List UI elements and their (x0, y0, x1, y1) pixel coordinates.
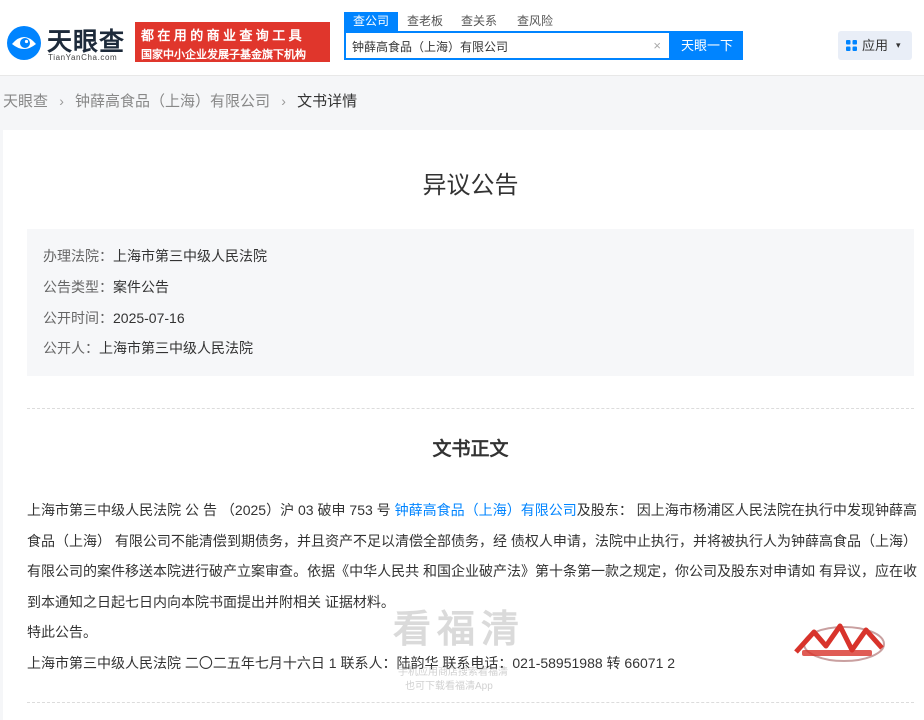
breadcrumb-home[interactable]: 天眼查 (3, 90, 48, 111)
meta-court-label: 办理法院： (43, 248, 113, 264)
breadcrumb-separator-icon: › (59, 92, 64, 109)
breadcrumb-separator-icon: › (281, 92, 286, 109)
tianyancha-logo[interactable]: 天眼查 TianYanCha.com (5, 22, 127, 62)
meta-date-value: 2025-07-16 (113, 310, 185, 326)
search-input[interactable] (352, 37, 642, 55)
slogan-banner: 都在用的商业查询工具 国家中小企业发展子基金旗下机构 (135, 22, 330, 62)
meta-date-label: 公开时间： (43, 310, 113, 326)
logo-domain: TianYanCha.com (48, 53, 118, 62)
top-header: 天眼查 TianYanCha.com 都在用的商业查询工具 国家中小企业发展子基… (0, 0, 924, 76)
search-button[interactable]: 天眼一下 (671, 31, 743, 60)
news-watermark-badge-icon (794, 623, 885, 662)
apps-button[interactable]: 应用 ▾ (838, 31, 912, 60)
apps-label: 应用 (862, 38, 889, 53)
company-link[interactable]: 钟薛高食品（上海）有限公司 (395, 502, 577, 518)
watermark-text: 看福清 (393, 609, 526, 651)
body-text-intro: 上海市第三中级人民法院 公 告 （2025）沪 03 破申 753 号 (27, 502, 395, 518)
breadcrumb-company[interactable]: 钟薛高食品（上海）有限公司 (75, 90, 270, 111)
slogan-line-2: 国家中小企业发展子基金旗下机构 (141, 49, 306, 61)
tab-relation[interactable]: 查关系 (452, 12, 506, 31)
meta-court-value: 上海市第三中级人民法院 (113, 248, 267, 264)
search-box: × (344, 31, 671, 60)
document-meta: 办理法院：上海市第三中级人民法院 公告类型：案件公告 公开时间：2025-07-… (27, 229, 914, 376)
chevron-down-icon: ▾ (896, 40, 901, 50)
apps-grid-icon (846, 40, 857, 51)
meta-date: 公开时间：2025-07-16 (43, 308, 185, 328)
section-title: 文书正文 (432, 439, 509, 460)
slogan-line-1: 都在用的商业查询工具 (141, 28, 306, 43)
tab-boss[interactable]: 查老板 (398, 12, 452, 31)
tab-risk[interactable]: 查风险 (508, 12, 562, 31)
watermark-line-1: 手机应用商店搜索看福清 (398, 667, 508, 678)
divider (27, 702, 914, 703)
logo-eye-icon (7, 26, 41, 60)
divider (27, 408, 914, 409)
meta-type-label: 公告类型： (43, 279, 113, 295)
meta-publisher-label: 公开人： (43, 340, 99, 356)
meta-court: 办理法院：上海市第三中级人民法院 (43, 246, 267, 266)
meta-publisher: 公开人：上海市第三中级人民法院 (43, 338, 253, 358)
breadcrumb: 天眼查 › 钟薛高食品（上海）有限公司 › 文书详情 (3, 90, 357, 112)
page-title: 异议公告 (422, 172, 519, 199)
meta-publisher-value: 上海市第三中级人民法院 (99, 340, 253, 356)
body-text-main: 及股东： 因上海市杨浦区人民法院在执行中发现钟薛高食品（上海） 有限公司不能清偿… (27, 502, 918, 610)
watermark-line-2: 也可下载看福清App (405, 681, 493, 692)
clear-icon[interactable]: × (653, 37, 661, 55)
tab-company[interactable]: 查公司 (344, 12, 399, 31)
meta-type-value: 案件公告 (113, 279, 169, 295)
meta-type: 公告类型：案件公告 (43, 277, 169, 297)
breadcrumb-current: 文书详情 (297, 93, 358, 110)
